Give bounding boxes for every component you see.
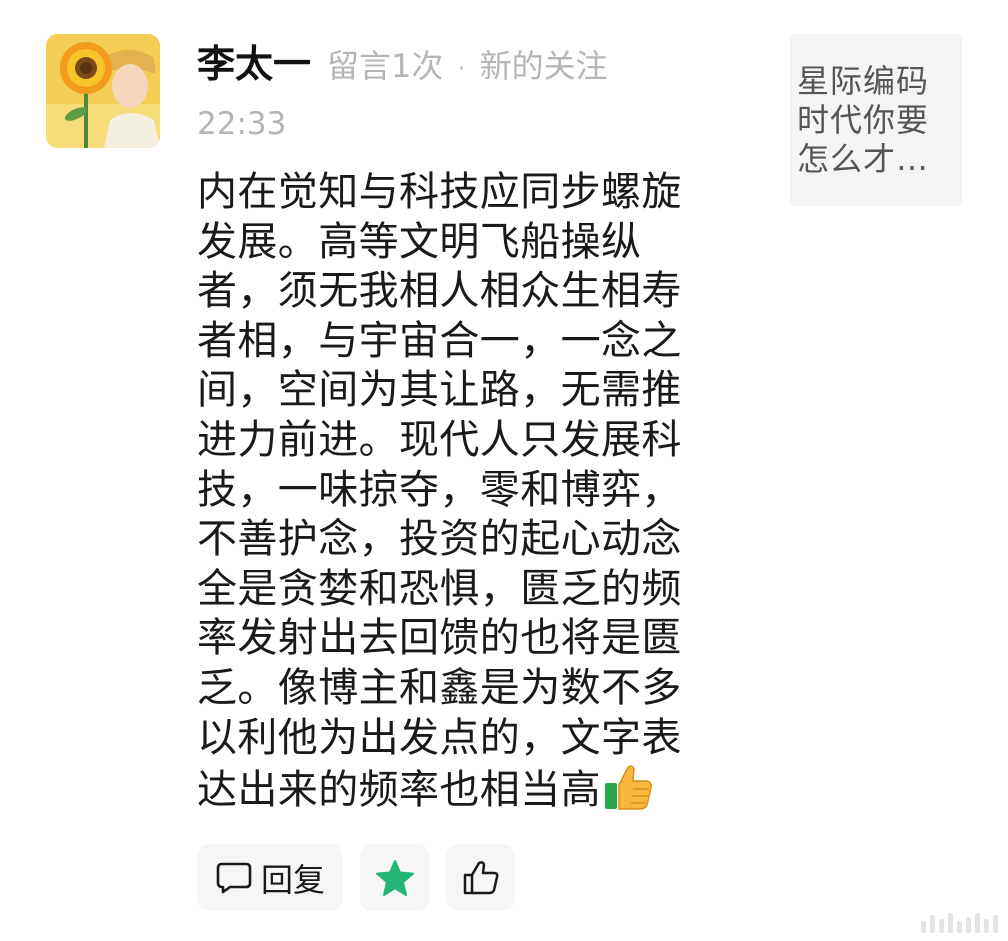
reference-text: 星际编码时代你要怎么才… <box>797 62 930 178</box>
comment-text: 内在觉知与科技应同步螺旋发展。高等文明飞船操纵者，须无我相人相众生相寿者相，与宇… <box>197 169 682 814</box>
comment-count: 留言1次 <box>327 47 444 85</box>
avatar-image <box>46 34 160 148</box>
watermark <box>921 913 998 933</box>
like-button[interactable] <box>446 844 515 911</box>
thumbs-up-outline-icon <box>462 860 500 896</box>
follow-status: 新的关注 <box>479 47 608 85</box>
star-button[interactable] <box>360 844 429 911</box>
author-row: 李太一 留言1次 · 新的关注 <box>197 38 768 92</box>
avatar[interactable] <box>46 34 160 148</box>
reply-label: 回复 <box>260 860 325 899</box>
comment-body: 内在觉知与科技应同步螺旋发展。高等文明飞船操纵者，须无我相人相众生相寿者相，与宇… <box>197 168 717 816</box>
thumbs-up-icon <box>603 763 653 811</box>
timestamp: 22:33 <box>197 106 287 142</box>
reference-post-preview[interactable]: 星际编码时代你要怎么才… <box>790 34 962 206</box>
comment-header: 李太一 留言1次 · 新的关注 22:33 <box>197 38 768 144</box>
star-icon <box>375 859 415 897</box>
comment-bubble-icon <box>215 861 253 895</box>
author-name[interactable]: 李太一 <box>197 38 311 90</box>
comment-actions: 回复 <box>197 844 515 911</box>
meta-separator: · <box>457 54 466 84</box>
reply-button[interactable]: 回复 <box>197 844 343 911</box>
